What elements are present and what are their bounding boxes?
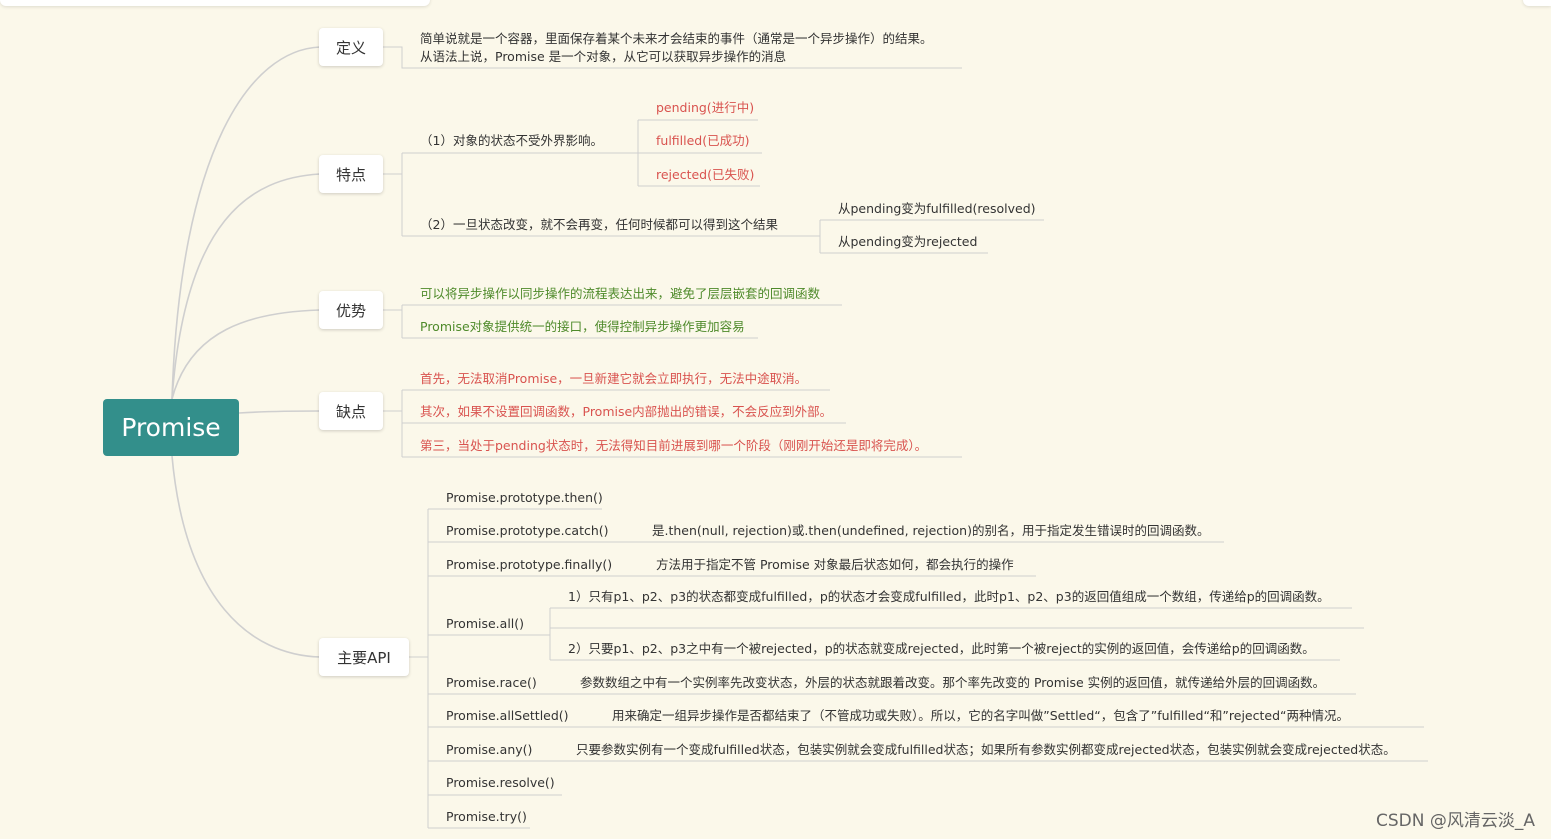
branch-disadvantages[interactable]: 缺点 xyxy=(319,392,383,430)
connector-root-dis xyxy=(238,410,321,414)
api-try[interactable]: Promise.try() xyxy=(446,808,527,826)
branch-definition[interactable]: 定义 xyxy=(319,28,383,66)
branch-advantages[interactable]: 优势 xyxy=(319,291,383,329)
disadvantage-3[interactable]: 第三，当处于pending状态时，无法得知目前进展到哪一个阶段（刚刚开始还是即将… xyxy=(420,437,927,455)
connector-root-api xyxy=(171,455,321,658)
state-fulfilled[interactable]: fulfilled(已成功) xyxy=(656,132,750,150)
connector-root-adv xyxy=(171,309,321,400)
change-to-fulfilled[interactable]: 从pending变为fulfilled(resolved) xyxy=(838,200,1036,218)
advantage-2[interactable]: Promise对象提供统一的接口，使得控制异步操作更加容易 xyxy=(420,318,745,336)
state-pending[interactable]: pending(进行中) xyxy=(656,99,754,117)
api-race[interactable]: Promise.race() xyxy=(446,674,537,692)
api-allsettled-desc[interactable]: 用来确定一组异步操作是否都结束了（不管成功或失败）。所以，它的名字叫做”Sett… xyxy=(612,707,1349,725)
api-resolve[interactable]: Promise.resolve() xyxy=(446,774,555,792)
state-rejected[interactable]: rejected(已失败) xyxy=(656,166,754,184)
api-catch-desc[interactable]: 是.then(null, rejection)或.then(undefined,… xyxy=(652,522,1209,540)
watermark: CSDN @风清云淡_A xyxy=(1375,811,1535,831)
api-catch[interactable]: Promise.prototype.catch() xyxy=(446,522,609,540)
api-all-desc-2[interactable]: 2）只要p1、p2、p3之中有一个被rejected，p的状态就变成reject… xyxy=(568,640,1315,658)
disadvantage-1[interactable]: 首先，无法取消Promise，一旦新建它就会立即执行，无法中途取消。 xyxy=(420,370,807,388)
definition-line-2[interactable]: 从语法上说，Promise 是一个对象，从它可以获取异步操作的消息 xyxy=(420,48,786,66)
api-finally-desc[interactable]: 方法用于指定不管 Promise 对象最后状态如何，都会执行的操作 xyxy=(656,556,1014,574)
feature-1[interactable]: （1）对象的状态不受外界影响。 xyxy=(420,132,603,150)
api-all-desc-1[interactable]: 1）只有p1、p2、p3的状态都变成fulfilled，p的状态才会变成fulf… xyxy=(568,588,1330,606)
feature-2[interactable]: （2）一旦状态改变，就不会再变，任何时候都可以得到这个结果 xyxy=(420,216,778,234)
change-to-rejected[interactable]: 从pending变为rejected xyxy=(838,233,977,251)
api-finally[interactable]: Promise.prototype.finally() xyxy=(446,556,612,574)
api-any-desc[interactable]: 只要参数实例有一个变成fulfilled状态，包装实例就会变成fulfilled… xyxy=(576,741,1396,759)
root-node-promise[interactable]: Promise xyxy=(103,399,239,456)
connector-root-def xyxy=(171,46,321,400)
api-race-desc[interactable]: 参数数组之中有一个实例率先改变状态，外层的状态就跟着改变。那个率先改变的 Pro… xyxy=(580,674,1325,692)
api-all[interactable]: Promise.all() xyxy=(446,615,524,633)
api-any[interactable]: Promise.any() xyxy=(446,741,532,759)
disadvantage-2[interactable]: 其次，如果不设置回调函数，Promise内部抛出的错误，不会反应到外部。 xyxy=(420,403,832,421)
api-allsettled[interactable]: Promise.allSettled() xyxy=(446,707,569,725)
advantage-1[interactable]: 可以将异步操作以同步操作的流程表达出来，避免了层层嵌套的回调函数 xyxy=(420,285,820,303)
connector-root-feat xyxy=(171,173,321,400)
api-then[interactable]: Promise.prototype.then() xyxy=(446,489,603,507)
definition-line-1[interactable]: 简单说就是一个容器，里面保存着某个未来才会结束的事件（通常是一个异步操作）的结果… xyxy=(420,30,933,48)
branch-features[interactable]: 特点 xyxy=(319,155,383,193)
branch-main-api[interactable]: 主要API xyxy=(319,638,409,676)
